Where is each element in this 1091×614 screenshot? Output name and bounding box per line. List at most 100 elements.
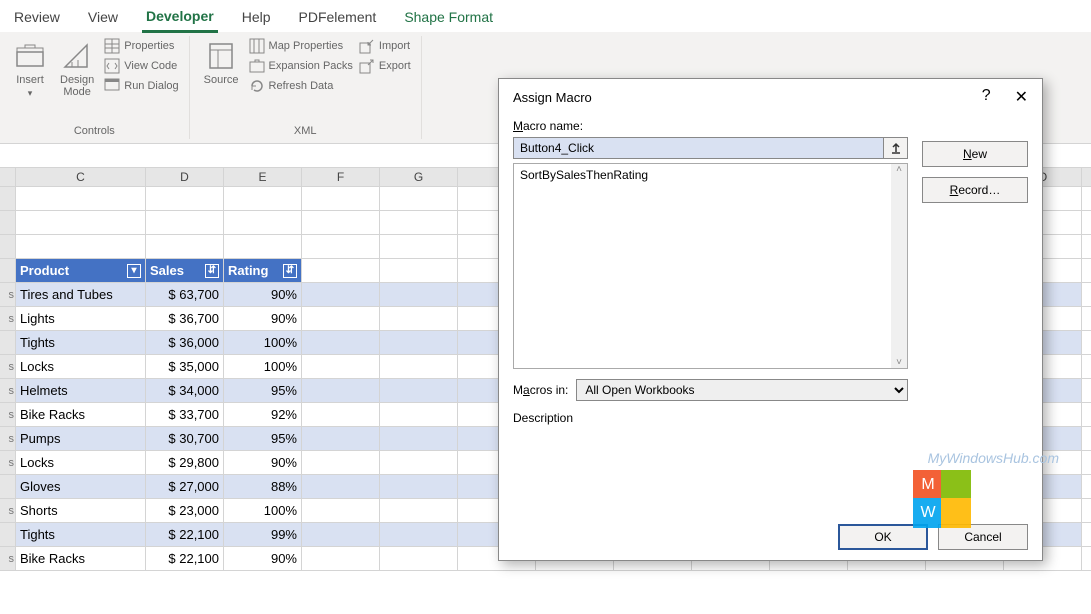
cell-rating[interactable]: 99% bbox=[224, 523, 302, 546]
range-selector-button[interactable] bbox=[884, 137, 908, 159]
macro-list[interactable]: SortBySalesThenRating ˄˅ bbox=[513, 163, 908, 369]
col-header-e[interactable]: E bbox=[224, 168, 302, 186]
dialog-icon bbox=[104, 78, 120, 94]
cell-rating[interactable]: 100% bbox=[224, 331, 302, 354]
macro-name-input[interactable] bbox=[513, 137, 884, 159]
run-dialog-label: Run Dialog bbox=[124, 80, 178, 92]
expansion-packs-button[interactable]: Expansion Packs bbox=[249, 58, 353, 74]
cell-sales[interactable]: $ 30,700 bbox=[146, 427, 224, 450]
ok-button[interactable]: OK bbox=[838, 524, 928, 550]
filter-dropdown-icon[interactable]: ▾ bbox=[127, 264, 141, 278]
tab-pdfelement[interactable]: PDFelement bbox=[295, 5, 381, 31]
source-button[interactable]: Source bbox=[200, 38, 243, 88]
cell-rating[interactable]: 90% bbox=[224, 307, 302, 330]
cell-rating[interactable]: 92% bbox=[224, 403, 302, 426]
col-header-f[interactable]: F bbox=[302, 168, 380, 186]
filter-dropdown-icon[interactable]: ⇵ bbox=[205, 264, 219, 278]
cell-sales[interactable]: $ 23,000 bbox=[146, 499, 224, 522]
cell-sales[interactable]: $ 63,700 bbox=[146, 283, 224, 306]
scroll-up-icon[interactable]: ˄ bbox=[896, 164, 902, 175]
ribbon-tabs: Review View Developer Help PDFelement Sh… bbox=[0, 0, 1091, 32]
table-header[interactable]: Sales⇵ bbox=[146, 259, 224, 282]
cell-product[interactable]: Locks bbox=[16, 451, 146, 474]
table-header[interactable]: Rating⇵ bbox=[224, 259, 302, 282]
cell-rating[interactable]: 95% bbox=[224, 379, 302, 402]
macro-name-label: Macro name: bbox=[513, 119, 908, 133]
new-button[interactable]: New bbox=[922, 141, 1028, 167]
refresh-icon bbox=[249, 78, 265, 94]
cell-product[interactable]: Locks bbox=[16, 355, 146, 378]
chevron-down-icon: ▾ bbox=[28, 88, 33, 99]
cell-product[interactable]: Bike Racks bbox=[16, 403, 146, 426]
cell-sales[interactable]: $ 27,000 bbox=[146, 475, 224, 498]
export-icon bbox=[359, 58, 375, 74]
cell-rating[interactable]: 90% bbox=[224, 547, 302, 570]
design-mode-button[interactable]: DesignMode bbox=[56, 38, 98, 100]
refresh-data-label: Refresh Data bbox=[269, 80, 334, 92]
properties-icon bbox=[104, 38, 120, 54]
cell-rating[interactable]: 90% bbox=[224, 283, 302, 306]
cell-product[interactable]: Lights bbox=[16, 307, 146, 330]
run-dialog-button[interactable]: Run Dialog bbox=[104, 78, 178, 94]
cell-sales[interactable]: $ 36,000 bbox=[146, 331, 224, 354]
tab-review[interactable]: Review bbox=[10, 5, 64, 31]
macros-in-select[interactable]: All Open Workbooks bbox=[576, 379, 908, 401]
import-button[interactable]: Import bbox=[359, 38, 411, 54]
cell-product[interactable]: Bike Racks bbox=[16, 547, 146, 570]
cell-rating[interactable]: 100% bbox=[224, 499, 302, 522]
filter-dropdown-icon[interactable]: ⇵ bbox=[283, 264, 297, 278]
cell-product[interactable]: Pumps bbox=[16, 427, 146, 450]
import-icon bbox=[359, 38, 375, 54]
cell-product[interactable]: Tights bbox=[16, 331, 146, 354]
design-mode-label: DesignMode bbox=[60, 74, 94, 98]
tab-view[interactable]: View bbox=[84, 5, 122, 31]
cell-sales[interactable]: $ 29,800 bbox=[146, 451, 224, 474]
tab-developer[interactable]: Developer bbox=[142, 4, 218, 33]
dialog-titlebar[interactable]: Assign Macro ? ✕ bbox=[499, 79, 1042, 115]
cell-sales[interactable]: $ 36,700 bbox=[146, 307, 224, 330]
cell-product[interactable]: Tights bbox=[16, 523, 146, 546]
insert-control-button[interactable]: Insert ▾ bbox=[10, 38, 50, 101]
toolbox-icon bbox=[14, 40, 46, 72]
cell-product[interactable]: Helmets bbox=[16, 379, 146, 402]
cell-sales[interactable]: $ 35,000 bbox=[146, 355, 224, 378]
cell-sales[interactable]: $ 22,100 bbox=[146, 547, 224, 570]
cell-product[interactable]: Tires and Tubes bbox=[16, 283, 146, 306]
export-button[interactable]: Export bbox=[359, 58, 411, 74]
cell-rating[interactable]: 95% bbox=[224, 427, 302, 450]
help-icon[interactable]: ? bbox=[982, 87, 991, 107]
col-header-d[interactable]: D bbox=[146, 168, 224, 186]
map-properties-icon bbox=[249, 38, 265, 54]
source-label: Source bbox=[204, 74, 239, 86]
cell-product[interactable]: Shorts bbox=[16, 499, 146, 522]
cell-rating[interactable]: 90% bbox=[224, 451, 302, 474]
tab-help[interactable]: Help bbox=[238, 5, 275, 31]
col-header-g[interactable]: G bbox=[380, 168, 458, 186]
cell-sales[interactable]: $ 22,100 bbox=[146, 523, 224, 546]
cell-rating[interactable]: 88% bbox=[224, 475, 302, 498]
cell-sales[interactable]: $ 34,000 bbox=[146, 379, 224, 402]
expansion-icon bbox=[249, 58, 265, 74]
ribbon-group-xml: Source Map Properties Expansion Packs Re… bbox=[190, 36, 422, 139]
scrollbar[interactable]: ˄˅ bbox=[891, 164, 907, 368]
cell-sales[interactable]: $ 33,700 bbox=[146, 403, 224, 426]
table-header[interactable]: Product▾ bbox=[16, 259, 146, 282]
record-button[interactable]: Record… bbox=[922, 177, 1028, 203]
assign-macro-dialog: Assign Macro ? ✕ Macro name: SortBySales… bbox=[498, 78, 1043, 561]
macro-list-item[interactable]: SortBySalesThenRating bbox=[520, 168, 901, 182]
col-header[interactable] bbox=[0, 168, 16, 186]
scroll-down-icon[interactable]: ˅ bbox=[896, 357, 902, 368]
view-code-button[interactable]: View Code bbox=[104, 58, 178, 74]
col-header-c[interactable]: C bbox=[16, 168, 146, 186]
ribbon-group-controls: Insert ▾ DesignMode Properties View Code… bbox=[0, 36, 190, 139]
refresh-data-button[interactable]: Refresh Data bbox=[249, 78, 353, 94]
tab-shape-format[interactable]: Shape Format bbox=[400, 5, 497, 31]
cell-product[interactable]: Gloves bbox=[16, 475, 146, 498]
map-properties-button[interactable]: Map Properties bbox=[249, 38, 353, 54]
properties-button[interactable]: Properties bbox=[104, 38, 178, 54]
view-code-label: View Code bbox=[124, 60, 177, 72]
cell-rating[interactable]: 100% bbox=[224, 355, 302, 378]
cancel-button[interactable]: Cancel bbox=[938, 524, 1028, 550]
insert-label: Insert bbox=[16, 74, 44, 86]
close-icon[interactable]: ✕ bbox=[1015, 87, 1028, 107]
